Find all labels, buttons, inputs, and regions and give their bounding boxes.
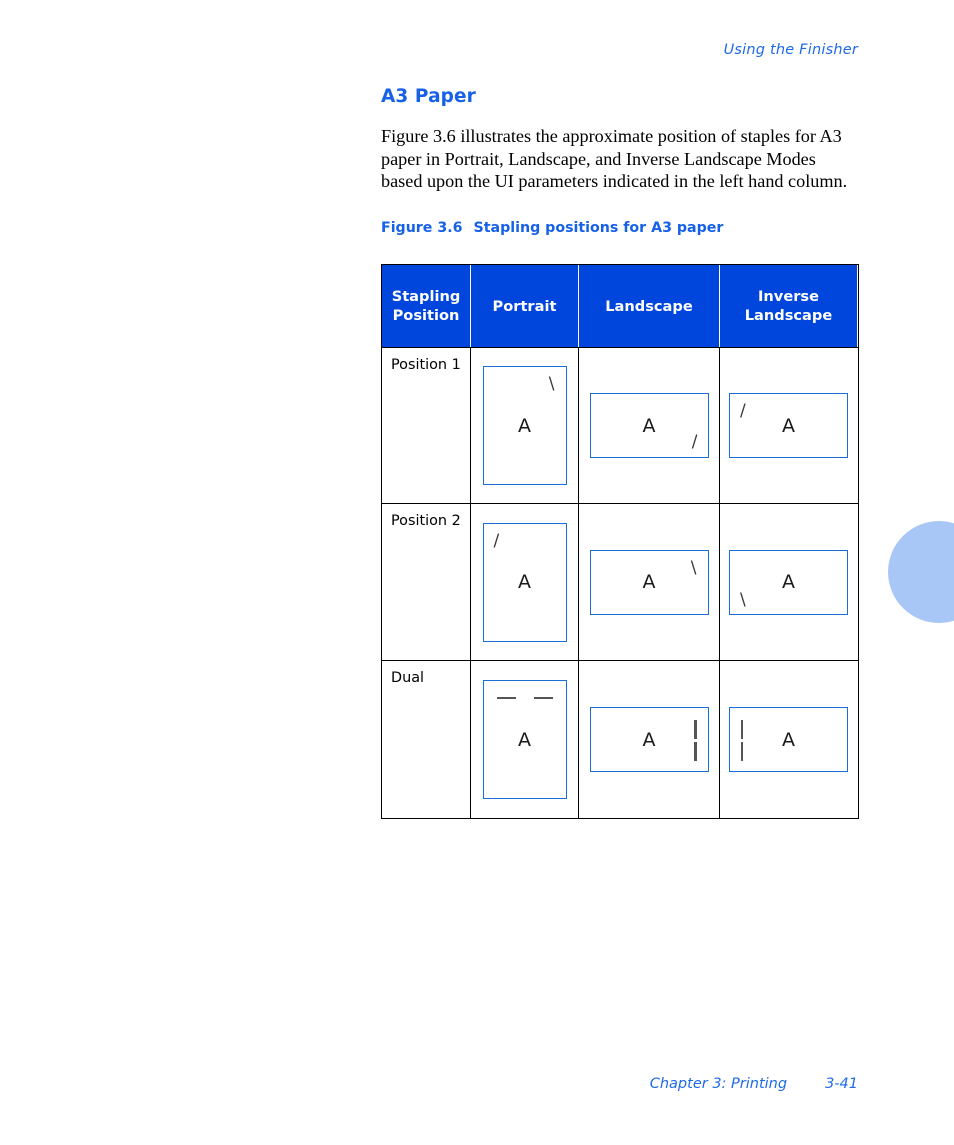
cell-position1-inverse-landscape: A / bbox=[720, 348, 857, 503]
sheet-letter: A bbox=[782, 571, 795, 593]
cell-position2-inverse-landscape: A \ bbox=[720, 504, 857, 660]
sheet-letter: A bbox=[782, 414, 795, 437]
staple-mark-right-lower bbox=[694, 742, 697, 761]
table-header-row: Stapling Position Portrait Landscape Inv… bbox=[382, 265, 858, 347]
figure-caption: Figure 3.6 Stapling positions for A3 pape… bbox=[381, 220, 859, 236]
paper-sheet-landscape: A bbox=[589, 707, 709, 772]
content-column: A3 Paper Figure 3.6 illustrates the appr… bbox=[381, 86, 859, 236]
paper-sheet-inverse-landscape: A bbox=[729, 707, 848, 772]
paper-sheet-inverse-landscape: A \ bbox=[729, 549, 848, 615]
sheet-letter: A bbox=[642, 728, 656, 751]
paper-sheet-portrait: A / bbox=[482, 522, 567, 642]
paper-sheet-inverse-landscape: A / bbox=[729, 393, 848, 458]
row-label: Position 2 bbox=[391, 513, 461, 529]
stapling-positions-table: Stapling Position Portrait Landscape Inv… bbox=[381, 264, 859, 819]
staple-mark-top-left bbox=[496, 697, 516, 700]
column-header-inverse-landscape: Inverse Landscape bbox=[720, 265, 857, 347]
paper-sheet-landscape: A \ bbox=[589, 549, 709, 615]
sheet-letter: A bbox=[642, 414, 656, 437]
page-title: A3 Paper bbox=[381, 86, 476, 107]
footer-chapter: Chapter 3: Printing bbox=[649, 1076, 788, 1092]
row-label-cell: Position 1 bbox=[382, 348, 471, 503]
staple-mark-left-upper bbox=[741, 720, 744, 739]
staple-mark-right-upper bbox=[694, 720, 697, 739]
table-row: Dual A A A bbox=[382, 660, 858, 818]
staple-mark-left-lower bbox=[741, 742, 744, 761]
paper-sheet-landscape: A / bbox=[589, 393, 709, 458]
cell-dual-landscape: A bbox=[579, 661, 720, 818]
paper-sheet-portrait: A \ bbox=[482, 366, 567, 485]
staple-mark-bottom-right: / bbox=[691, 432, 698, 452]
table-row: Position 1 A \ A / A / bbox=[382, 347, 858, 503]
row-label: Dual bbox=[391, 670, 425, 686]
figure-number: Figure 3.6 bbox=[381, 219, 463, 236]
row-label-cell: Dual bbox=[382, 661, 471, 818]
staple-mark-top-left: / bbox=[493, 530, 500, 551]
column-header-landscape: Landscape bbox=[579, 265, 720, 347]
staple-mark-top-right: \ bbox=[690, 557, 697, 578]
cell-position1-portrait: A \ bbox=[471, 348, 579, 503]
page-footer: Chapter 3: Printing 3-41 bbox=[0, 1076, 858, 1092]
margin-decoration-circle bbox=[888, 521, 954, 623]
sheet-letter: A bbox=[782, 728, 795, 751]
column-header-portrait: Portrait bbox=[471, 265, 579, 347]
footer-page-number: 3-41 bbox=[825, 1076, 858, 1092]
staple-mark-top-right: \ bbox=[548, 374, 555, 394]
figure-title: Stapling positions for A3 paper bbox=[473, 219, 724, 236]
paper-sheet-portrait: A bbox=[482, 680, 567, 799]
cell-dual-portrait: A bbox=[471, 661, 579, 818]
staple-mark-top-right bbox=[533, 697, 553, 700]
cell-position2-landscape: A \ bbox=[579, 504, 720, 660]
staple-mark-top-left: / bbox=[740, 401, 746, 421]
running-header: Using the Finisher bbox=[723, 42, 858, 58]
staple-mark-bottom-left: \ bbox=[740, 589, 746, 610]
table-row: Position 2 A / A \ A \ bbox=[382, 503, 858, 660]
cell-position1-landscape: A / bbox=[579, 348, 720, 503]
body-paragraph: Figure 3.6 illustrates the approximate p… bbox=[381, 126, 848, 192]
cell-dual-inverse-landscape: A bbox=[720, 661, 857, 818]
column-header-stapling-position: Stapling Position bbox=[382, 265, 471, 347]
cell-position2-portrait: A / bbox=[471, 504, 579, 660]
row-label-cell: Position 2 bbox=[382, 504, 471, 660]
row-label: Position 1 bbox=[391, 357, 461, 373]
